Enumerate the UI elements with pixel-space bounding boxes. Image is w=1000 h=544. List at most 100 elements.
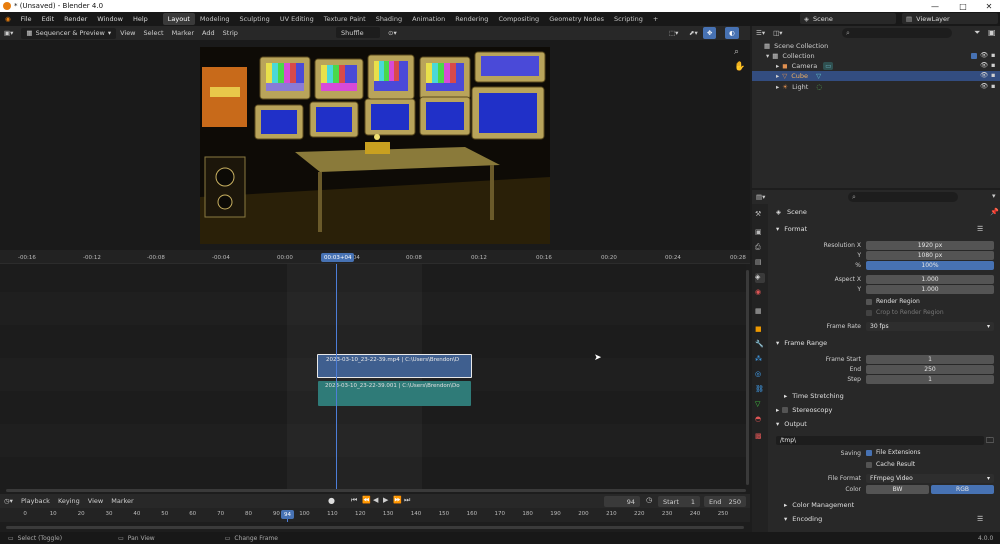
- workspace-tab-animation[interactable]: Animation: [407, 13, 450, 25]
- eye-icon[interactable]: 👁: [980, 61, 988, 69]
- resolution-y-field[interactable]: 1080 px: [866, 251, 994, 260]
- output-panel-header[interactable]: ▾ Output: [776, 420, 807, 428]
- workspace-tab-geometry-nodes[interactable]: Geometry Nodes: [544, 13, 609, 25]
- timeline-scrollbar[interactable]: [6, 526, 744, 529]
- color-management-panel-header[interactable]: ▸ Color Management: [784, 501, 854, 509]
- cache-result-checkbox[interactable]: Cache Result: [866, 461, 915, 468]
- frame-start-field[interactable]: 1: [866, 355, 994, 364]
- timeline-frame-badge[interactable]: 94: [281, 510, 294, 519]
- aspect-x-field[interactable]: 1.000: [866, 275, 994, 284]
- file-extensions-check[interactable]: [866, 449, 872, 456]
- modifier-tab-icon[interactable]: 🔧: [755, 340, 765, 350]
- world-tab-icon[interactable]: ◉: [755, 288, 765, 298]
- outliner-editor-icon[interactable]: ☰▾: [752, 27, 769, 39]
- overlap-mode-dropdown[interactable]: Shuffle: [336, 27, 380, 38]
- outliner-row-camera[interactable]: ▸ ◼ Camera ▭ 👁 ▪: [752, 61, 1000, 71]
- chevron-right-icon[interactable]: ▸: [776, 83, 779, 91]
- camera-restrict-icon[interactable]: ▪: [991, 82, 995, 90]
- snap-icon[interactable]: ⊙▾: [384, 27, 401, 39]
- pin-icon[interactable]: 📌: [990, 208, 999, 216]
- folder-icon[interactable]: 🗀: [986, 435, 994, 449]
- playhead-frame-label[interactable]: 00:03+04: [321, 253, 355, 262]
- presets-icon[interactable]: ☰: [977, 225, 983, 233]
- chevron-down-icon[interactable]: ▾: [766, 52, 769, 60]
- add-workspace-icon[interactable]: +: [648, 13, 663, 25]
- timeline-menu-keying[interactable]: Keying: [54, 495, 84, 507]
- properties-search-input[interactable]: ⌕: [848, 192, 958, 202]
- output-path-input[interactable]: /tmp\: [776, 436, 984, 445]
- encoding-panel-header[interactable]: ▾ Encoding: [784, 515, 822, 523]
- chevron-right-icon[interactable]: ▸: [776, 62, 779, 70]
- timeline-editor-icon[interactable]: ◷▾: [0, 495, 17, 507]
- sequencer-time-ruler[interactable]: -00:16 -00:12 -00:08 -00:04 00:00 00:04 …: [0, 250, 750, 264]
- timeline-menu-view[interactable]: View: [84, 495, 107, 507]
- start-frame-field[interactable]: Start 1: [658, 496, 700, 507]
- sequencer-playhead-line[interactable]: [336, 264, 337, 490]
- menu-render[interactable]: Render: [59, 12, 92, 26]
- menu-add[interactable]: Add: [198, 27, 219, 39]
- minimize-button[interactable]: —: [922, 0, 948, 12]
- color-bw-button[interactable]: BW: [866, 485, 929, 494]
- outliner-row-cube[interactable]: ▸ ▽ Cube ▽ 👁 ▪: [752, 71, 1000, 81]
- chevron-down-icon[interactable]: ▾: [992, 192, 996, 200]
- play-reverse-icon[interactable]: ◀: [373, 496, 378, 504]
- file-format-dropdown[interactable]: FFmpeg Video ▾: [866, 474, 994, 483]
- camera-restrict-icon[interactable]: ▪: [991, 71, 995, 79]
- camera-restrict-icon[interactable]: ▪: [991, 61, 995, 69]
- aspect-y-field[interactable]: 1.000: [866, 285, 994, 294]
- close-button[interactable]: ✕: [976, 0, 1000, 12]
- current-frame-field[interactable]: 94: [604, 496, 640, 507]
- menu-window[interactable]: Window: [92, 12, 128, 26]
- frame-rate-dropdown[interactable]: 30 fps ▾: [866, 322, 994, 331]
- workspace-tab-sculpting[interactable]: Sculpting: [234, 13, 274, 25]
- view-layer-tab-icon[interactable]: ▤: [755, 258, 765, 268]
- render-region-check[interactable]: [866, 298, 872, 305]
- record-icon[interactable]: ●: [328, 496, 335, 505]
- chevron-right-icon[interactable]: ▸: [776, 72, 779, 80]
- zoom-icon[interactable]: ⌕: [734, 47, 739, 57]
- properties-editor-icon[interactable]: ▤▾: [752, 191, 769, 203]
- menu-marker[interactable]: Marker: [168, 27, 198, 39]
- particles-tab-icon[interactable]: ⁂: [755, 355, 765, 365]
- object-tab-icon[interactable]: ■: [755, 325, 765, 335]
- viewlayer-selector[interactable]: ▤ ViewLayer: [902, 13, 998, 24]
- workspace-tab-scripting[interactable]: Scripting: [609, 13, 648, 25]
- editor-type-icon[interactable]: ▣▾: [0, 27, 17, 39]
- end-frame-field[interactable]: End 250: [704, 496, 746, 507]
- data-tab-icon[interactable]: ▽: [755, 400, 765, 410]
- eye-icon[interactable]: 👁: [980, 51, 988, 59]
- material-tab-icon[interactable]: ◓: [755, 415, 765, 425]
- overlay-toggle-icon[interactable]: ◐: [725, 27, 739, 39]
- horizontal-scrollbar[interactable]: [6, 489, 746, 492]
- sound-strip[interactable]: 2023-03-10_23-22-39.001 | C:\Users\Brend…: [318, 381, 471, 406]
- timeline-frame-ruler[interactable]: 0 10 20 30 40 50 60 70 80 90 100 110 120 130 140 150 160…: [0, 508, 750, 522]
- collection-tab-icon[interactable]: ▦: [755, 307, 765, 317]
- frame-range-panel-header[interactable]: ▾ Frame Range: [776, 339, 827, 347]
- workspace-tab-layout[interactable]: Layout: [162, 13, 195, 25]
- filter-icon[interactable]: ⏷: [974, 28, 980, 38]
- menu-strip[interactable]: Strip: [219, 27, 242, 39]
- scene-tab-icon[interactable]: ◈: [755, 273, 765, 283]
- eye-icon[interactable]: 👁: [980, 71, 988, 79]
- physics-tab-icon[interactable]: ◎: [755, 370, 765, 380]
- workspace-tab-uv-editing[interactable]: UV Editing: [275, 13, 319, 25]
- stereoscopy-checkbox[interactable]: [782, 407, 789, 413]
- scene-selector[interactable]: ◈ Scene: [800, 13, 896, 24]
- workspace-tab-modeling[interactable]: Modeling: [195, 13, 235, 25]
- sequencer-strips-region[interactable]: 2023-03-10_23-22-39.mp4 | C:\Users\Brend…: [0, 264, 746, 490]
- gizmo-toggle-icon[interactable]: ✥: [703, 27, 717, 39]
- resolution-percent-slider[interactable]: 100%: [866, 261, 994, 270]
- resolution-x-field[interactable]: 1920 px: [866, 241, 994, 250]
- crop-region-check[interactable]: [866, 309, 872, 316]
- eye-icon[interactable]: 👁: [980, 82, 988, 90]
- jump-end-icon[interactable]: ⏭: [404, 496, 410, 505]
- workspace-tab-texture-paint[interactable]: Texture Paint: [319, 13, 371, 25]
- prev-keyframe-icon[interactable]: ⏪: [362, 496, 371, 504]
- workspace-tab-compositing[interactable]: Compositing: [493, 13, 544, 25]
- menu-file[interactable]: File: [16, 12, 37, 26]
- menu-help[interactable]: Help: [128, 12, 153, 26]
- frame-end-field[interactable]: 250: [866, 365, 994, 374]
- format-panel-header[interactable]: ▾ Format: [776, 225, 807, 233]
- timeline-scroll-region[interactable]: [0, 522, 750, 532]
- texture-tab-icon[interactable]: ▩: [755, 432, 765, 442]
